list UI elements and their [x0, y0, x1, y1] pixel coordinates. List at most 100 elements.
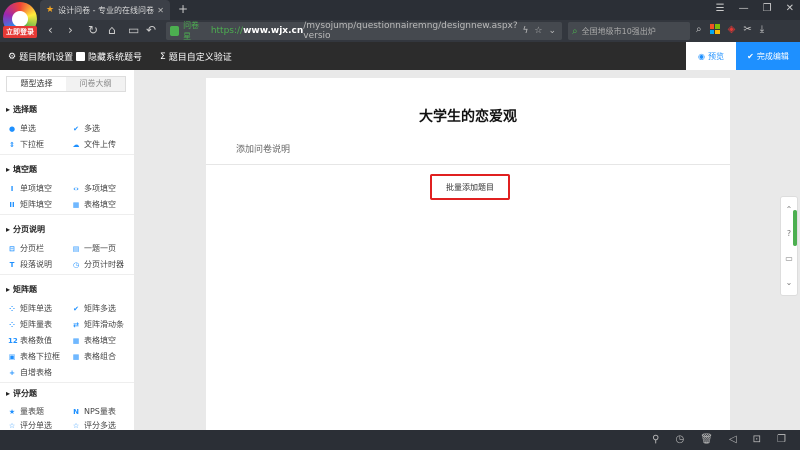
- minimize-icon[interactable]: —: [739, 3, 749, 14]
- chevron-up-icon[interactable]: ⌃: [786, 205, 793, 214]
- hide-numbers-checkbox[interactable]: 隐藏系统题号: [76, 50, 142, 63]
- divider: [0, 382, 134, 383]
- search-engine-icon[interactable]: ⌕: [696, 24, 702, 35]
- item-matrix-fill[interactable]: II 矩阵填空: [8, 199, 52, 210]
- preview-label: 预览: [707, 51, 724, 61]
- preview-button[interactable]: ◉ 预览: [686, 42, 736, 70]
- custom-validation-button[interactable]: Σ 题目自定义验证: [160, 50, 232, 64]
- section-choice: 选择题: [6, 104, 37, 115]
- maximize-icon[interactable]: ❐: [763, 3, 772, 14]
- site-label: 问卷星: [183, 21, 200, 41]
- table-icon: ▦: [72, 352, 80, 361]
- chevron-down-icon[interactable]: ⌄: [786, 278, 793, 287]
- section-rating: 评分题: [6, 388, 37, 399]
- apps-grid-icon[interactable]: [709, 24, 720, 34]
- page-break-icon: ⊟: [9, 244, 15, 253]
- scissors-icon[interactable]: ✂: [743, 24, 751, 35]
- item-table-combo[interactable]: ▦ 表格组合: [72, 351, 116, 362]
- browser-tab[interactable]: ★ 设计问卷 - 专业的在线问卷 ✕: [40, 0, 170, 20]
- forward-icon[interactable]: ›: [68, 23, 73, 37]
- check-icon: ✔: [73, 124, 79, 133]
- survey-title[interactable]: 大学生的恋爱观: [206, 106, 730, 126]
- item-upload[interactable]: ☁ 文件上传: [72, 139, 117, 150]
- number-icon: 12: [8, 336, 18, 345]
- help-icon[interactable]: ?: [787, 229, 791, 238]
- item-table-dropdown[interactable]: ▣ 表格下拉框: [8, 351, 60, 362]
- item-table-fill2[interactable]: ▦ 表格填空: [72, 335, 116, 346]
- item-table-number[interactable]: 12 表格数值: [8, 335, 52, 346]
- item-one-page[interactable]: ▤ 一题一页: [72, 243, 116, 254]
- refresh-icon[interactable]: ↻: [88, 23, 98, 37]
- undo-icon[interactable]: ↶: [146, 23, 156, 37]
- rocket-icon[interactable]: ⚲: [652, 434, 659, 445]
- survey-description[interactable]: 添加问卷说明: [236, 142, 290, 155]
- login-badge[interactable]: 立即登录: [3, 26, 37, 38]
- item-multi[interactable]: ✔ 多选: [72, 123, 100, 134]
- item-matrix-multi[interactable]: ✔ 矩阵多选: [72, 303, 116, 314]
- survey-card: 大学生的恋爱观 添加问卷说明 批量添加题目: [206, 78, 730, 430]
- item-matrix-single[interactable]: ⁘ 矩阵单选: [8, 303, 52, 314]
- close-tab-icon[interactable]: ✕: [157, 6, 164, 15]
- page-icon: ▤: [72, 244, 80, 253]
- history-icon[interactable]: ◷: [676, 434, 685, 445]
- back-icon[interactable]: ‹: [48, 23, 53, 37]
- bookmark-star-icon[interactable]: ☆: [534, 26, 542, 36]
- plus-icon: +: [9, 368, 15, 377]
- section-paging: 分页说明: [6, 224, 45, 235]
- matrix-fill-icon: II: [9, 200, 15, 209]
- tab-question-types[interactable]: 题型选择: [7, 77, 66, 91]
- divider: [0, 274, 134, 275]
- code-icon: ‹›: [73, 184, 79, 193]
- browser-tools: ⌕ ◈ ✂ ⤓: [696, 24, 764, 35]
- item-matrix-scale[interactable]: ⁘ 矩阵量表: [8, 319, 52, 330]
- comment-icon[interactable]: ▭: [785, 254, 793, 263]
- lightning-icon[interactable]: ϟ: [522, 26, 528, 36]
- item-multi-fill[interactable]: ‹› 多项填空: [72, 183, 116, 194]
- question-type-panel: 题型选择 问卷大纲 选择题 ●单选 ✔多选 ⇕下拉框 ☁文件上传 填空题 I单项…: [0, 70, 134, 430]
- section-fill: 填空题: [6, 164, 37, 175]
- item-page-break[interactable]: ⊟ 分页栏: [8, 243, 44, 254]
- gamepad-icon[interactable]: ◈: [728, 24, 736, 35]
- zoom-icon[interactable]: ⊡: [753, 434, 761, 445]
- home-icon[interactable]: ⌂: [108, 23, 116, 37]
- search-icon: ⌕: [572, 25, 578, 37]
- search-input[interactable]: ⌕ 全国地级市10强出炉: [568, 22, 690, 40]
- document-icon[interactable]: ▭: [128, 23, 139, 37]
- item-scale[interactable]: ★ 量表题: [8, 406, 44, 417]
- table-icon: ▦: [72, 200, 80, 209]
- new-tab-button[interactable]: +: [178, 2, 188, 16]
- panel-tabs: 题型选择 问卷大纲: [6, 76, 126, 92]
- item-rating-single[interactable]: ☆ 评分单选: [8, 420, 52, 430]
- item-dropdown[interactable]: ⇕ 下拉框: [8, 139, 44, 150]
- scrollbar-thumb[interactable]: [793, 210, 797, 246]
- sound-icon[interactable]: ◁: [729, 434, 737, 445]
- item-paragraph[interactable]: T 段落说明: [8, 259, 52, 270]
- nps-icon: N: [73, 407, 79, 416]
- item-nps[interactable]: N NPS量表: [72, 406, 116, 417]
- item-table-fill[interactable]: ▦ 表格填空: [72, 199, 116, 210]
- custom-validation-label: 题目自定义验证: [168, 53, 232, 63]
- matrix-radio-icon: ⁘: [9, 304, 15, 313]
- batch-add-questions-button[interactable]: 批量添加题目: [430, 174, 510, 200]
- item-rating-multi[interactable]: ☆ 评分多选: [72, 420, 116, 430]
- random-settings-button[interactable]: ⚙ 题目随机设置: [8, 50, 73, 64]
- finish-editing-button[interactable]: ✔ 完成编辑: [736, 42, 800, 70]
- tab-outline[interactable]: 问卷大纲: [66, 77, 125, 91]
- clock-icon: ◷: [72, 260, 80, 269]
- table-icon: ▦: [72, 336, 80, 345]
- item-timer[interactable]: ◷ 分页计时器: [72, 259, 124, 270]
- download-icon[interactable]: ⤓: [760, 24, 764, 35]
- item-single-fill[interactable]: I 单项填空: [8, 183, 52, 194]
- dropdown-icon[interactable]: ⌄: [548, 26, 556, 36]
- item-matrix-slider[interactable]: ⇄ 矩阵滑动条: [72, 319, 124, 330]
- scale-icon: ⁘: [9, 320, 15, 329]
- trash-icon[interactable]: 🗑: [700, 434, 713, 445]
- item-single[interactable]: ● 单选: [8, 123, 36, 134]
- close-window-icon[interactable]: ✕: [786, 3, 794, 14]
- editor-canvas: 大学生的恋爱观 添加问卷说明 批量添加题目: [134, 70, 800, 430]
- window-icon[interactable]: ❐: [777, 434, 786, 445]
- url-field[interactable]: 问卷星 https:// www.wjx.cn /mysojump/questi…: [166, 21, 562, 41]
- item-auto-table[interactable]: + 自增表格: [8, 367, 52, 378]
- divider: [0, 154, 134, 155]
- menu-icon[interactable]: ☰: [716, 3, 725, 14]
